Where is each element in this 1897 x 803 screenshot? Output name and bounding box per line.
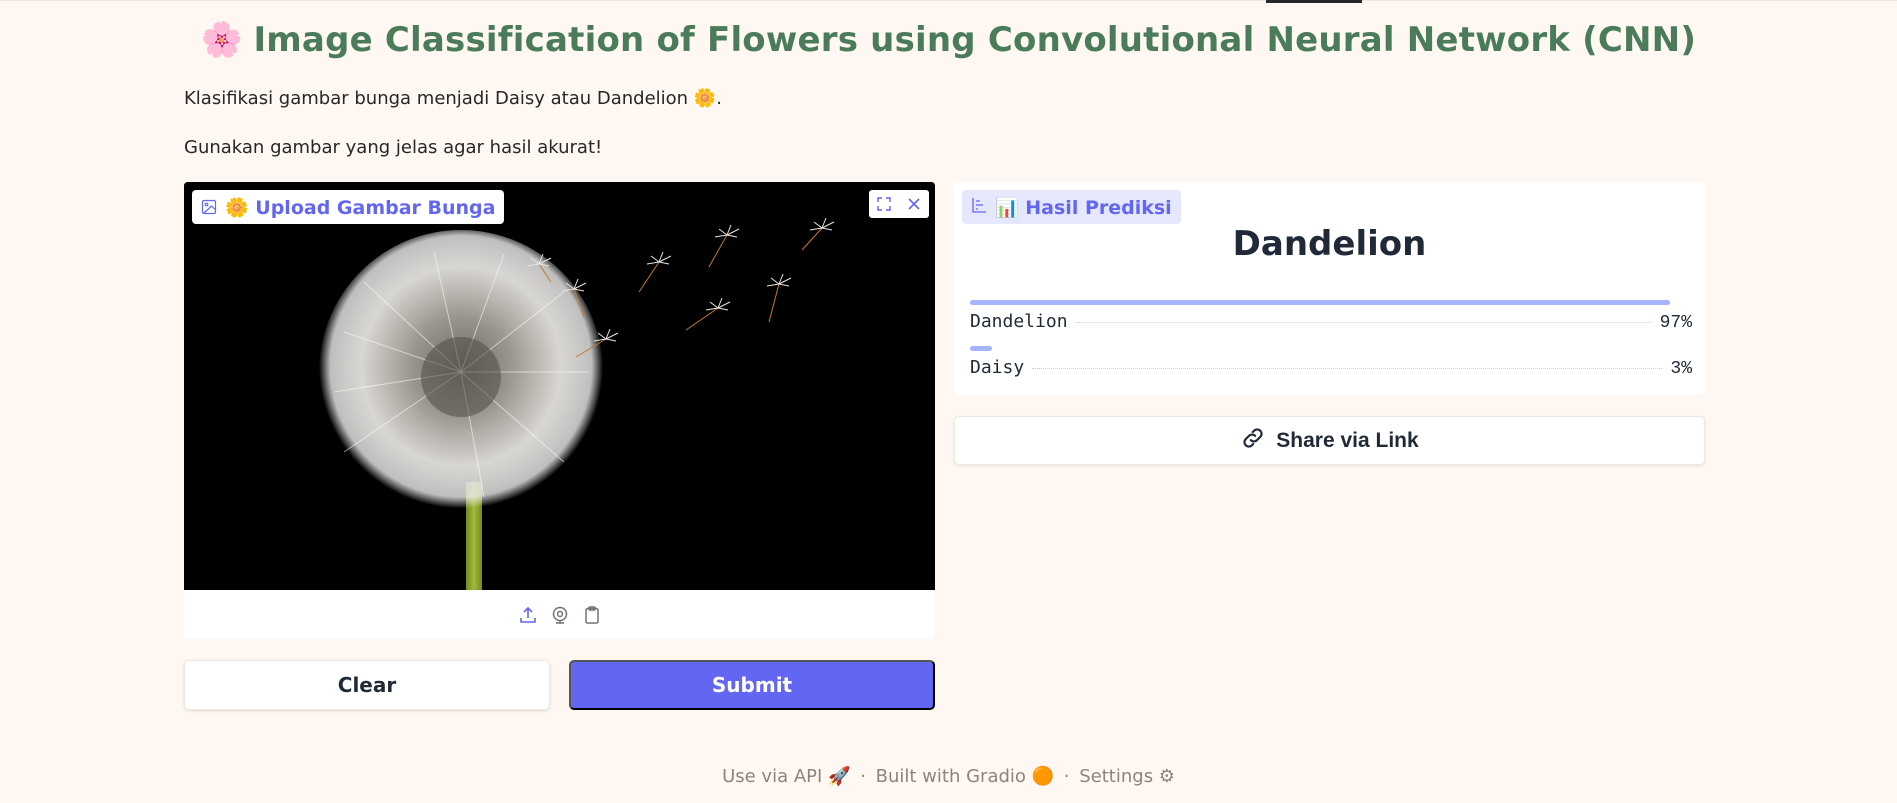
active-tab-indicator	[1266, 0, 1362, 3]
prediction-panel: 📊 Hasil Prediksi Dandelion Dandelion 97%…	[954, 182, 1705, 395]
footer: Use via API 🚀 · Built with Gradio 🟠 · Se…	[0, 766, 1897, 787]
image-toolbar	[869, 190, 929, 218]
confidence-label: Dandelion	[970, 311, 1068, 332]
prediction-panel-label: 📊 Hasil Prediksi	[962, 190, 1181, 224]
image-upload-panel[interactable]: 🌼 Upload Gambar Bunga	[184, 182, 935, 639]
upload-icon[interactable]	[518, 604, 538, 626]
footer-separator: ·	[1063, 766, 1070, 787]
top-divider	[0, 0, 1897, 1]
upload-panel-label-text: 🌼 Upload Gambar Bunga	[225, 196, 496, 219]
description-line-1: Klasifikasi gambar bunga menjadi Daisy a…	[184, 88, 722, 109]
confidence-bar	[970, 300, 1671, 305]
confidence-line: Daisy 3%	[970, 357, 1692, 379]
confidence-percent: 3%	[1670, 359, 1692, 379]
flower-emoji-icon: 🌸	[200, 20, 244, 60]
fullscreen-icon[interactable]	[869, 190, 899, 218]
footer-separator: ·	[860, 766, 866, 787]
bar-chart-icon	[971, 196, 987, 218]
confidence-row: Dandelion 97%	[970, 300, 1692, 333]
confidence-label: Daisy	[970, 357, 1025, 378]
submit-button[interactable]: Submit	[569, 660, 935, 710]
clipboard-icon[interactable]	[582, 604, 602, 626]
prediction-panel-label-text: 📊 Hasil Prediksi	[995, 196, 1172, 219]
close-icon[interactable]	[899, 190, 929, 218]
uploaded-image	[184, 182, 935, 590]
link-icon	[1240, 425, 1266, 457]
confidence-row: Daisy 3%	[970, 346, 1692, 379]
confidence-line: Dandelion 97%	[970, 311, 1692, 333]
page-title: 🌸 Image Classification of Flowers using C…	[0, 20, 1897, 60]
image-source-bar	[184, 590, 935, 639]
confidence-bar	[970, 346, 992, 351]
upload-panel-label: 🌼 Upload Gambar Bunga	[192, 190, 505, 224]
image-icon	[201, 199, 217, 215]
share-via-link-button[interactable]: Share via Link	[954, 416, 1705, 465]
settings-link[interactable]: Settings ⚙	[1079, 766, 1175, 787]
share-button-label: Share via Link	[1276, 428, 1419, 452]
dotted-leader	[1032, 368, 1663, 369]
page-title-text: Image Classification of Flowers using Co…	[253, 20, 1697, 60]
use-via-api-link[interactable]: Use via API 🚀	[722, 766, 850, 787]
clear-button[interactable]: Clear	[184, 660, 550, 710]
built-with-gradio-link[interactable]: Built with Gradio 🟠	[876, 766, 1054, 787]
dotted-leader	[1075, 322, 1652, 323]
confidence-percent: 97%	[1659, 313, 1692, 333]
predicted-class: Dandelion	[1232, 224, 1427, 264]
webcam-icon[interactable]	[550, 604, 570, 626]
description-line-2: Gunakan gambar yang jelas agar hasil aku…	[184, 137, 603, 158]
dandelion-image-icon	[184, 182, 935, 590]
